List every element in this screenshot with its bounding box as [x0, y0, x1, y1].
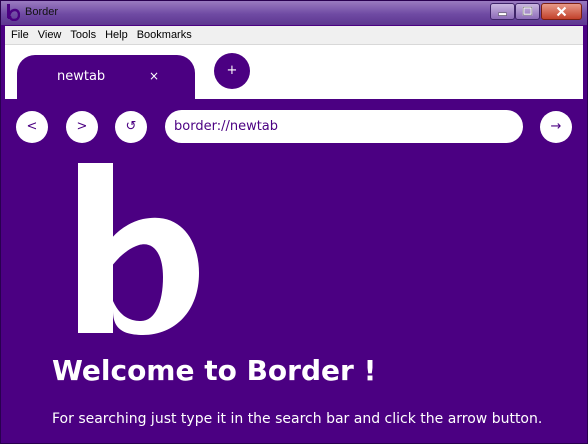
- border-b-logo: [78, 163, 199, 335]
- menu-tools[interactable]: Tools: [70, 29, 96, 41]
- close-icon: [556, 6, 567, 17]
- menu-bar: File View Tools Help Bookmarks: [5, 26, 583, 45]
- minimize-icon: [498, 12, 507, 16]
- welcome-heading: Welcome to Border !: [52, 354, 377, 387]
- tab-strip: newtab × +: [5, 45, 583, 99]
- border-logo-icon: [7, 4, 20, 21]
- maximize-icon: [522, 6, 533, 16]
- tab-newtab[interactable]: newtab ×: [17, 55, 195, 99]
- forward-button[interactable]: >: [66, 111, 98, 143]
- back-button[interactable]: <: [16, 111, 48, 143]
- close-button[interactable]: [541, 3, 582, 20]
- menu-help[interactable]: Help: [105, 29, 128, 41]
- address-bar[interactable]: [165, 110, 523, 143]
- tab-label: newtab: [57, 69, 106, 84]
- menu-bookmarks[interactable]: Bookmarks: [137, 29, 192, 41]
- title-bar[interactable]: Border: [1, 1, 587, 25]
- menu-view[interactable]: View: [38, 29, 62, 41]
- tab-close-icon[interactable]: ×: [147, 69, 161, 83]
- new-tab-button[interactable]: +: [214, 53, 250, 89]
- search-hint: For searching just type it in the search…: [52, 411, 543, 427]
- reload-button[interactable]: ↺: [115, 111, 147, 143]
- browser-window: Border File View Tools Help Bookmarks ne…: [0, 0, 588, 444]
- menu-file[interactable]: File: [11, 29, 29, 41]
- window-title: Border: [25, 6, 59, 18]
- go-button[interactable]: →: [540, 111, 572, 143]
- maximize-button[interactable]: [515, 3, 540, 20]
- minimize-button[interactable]: [490, 3, 515, 20]
